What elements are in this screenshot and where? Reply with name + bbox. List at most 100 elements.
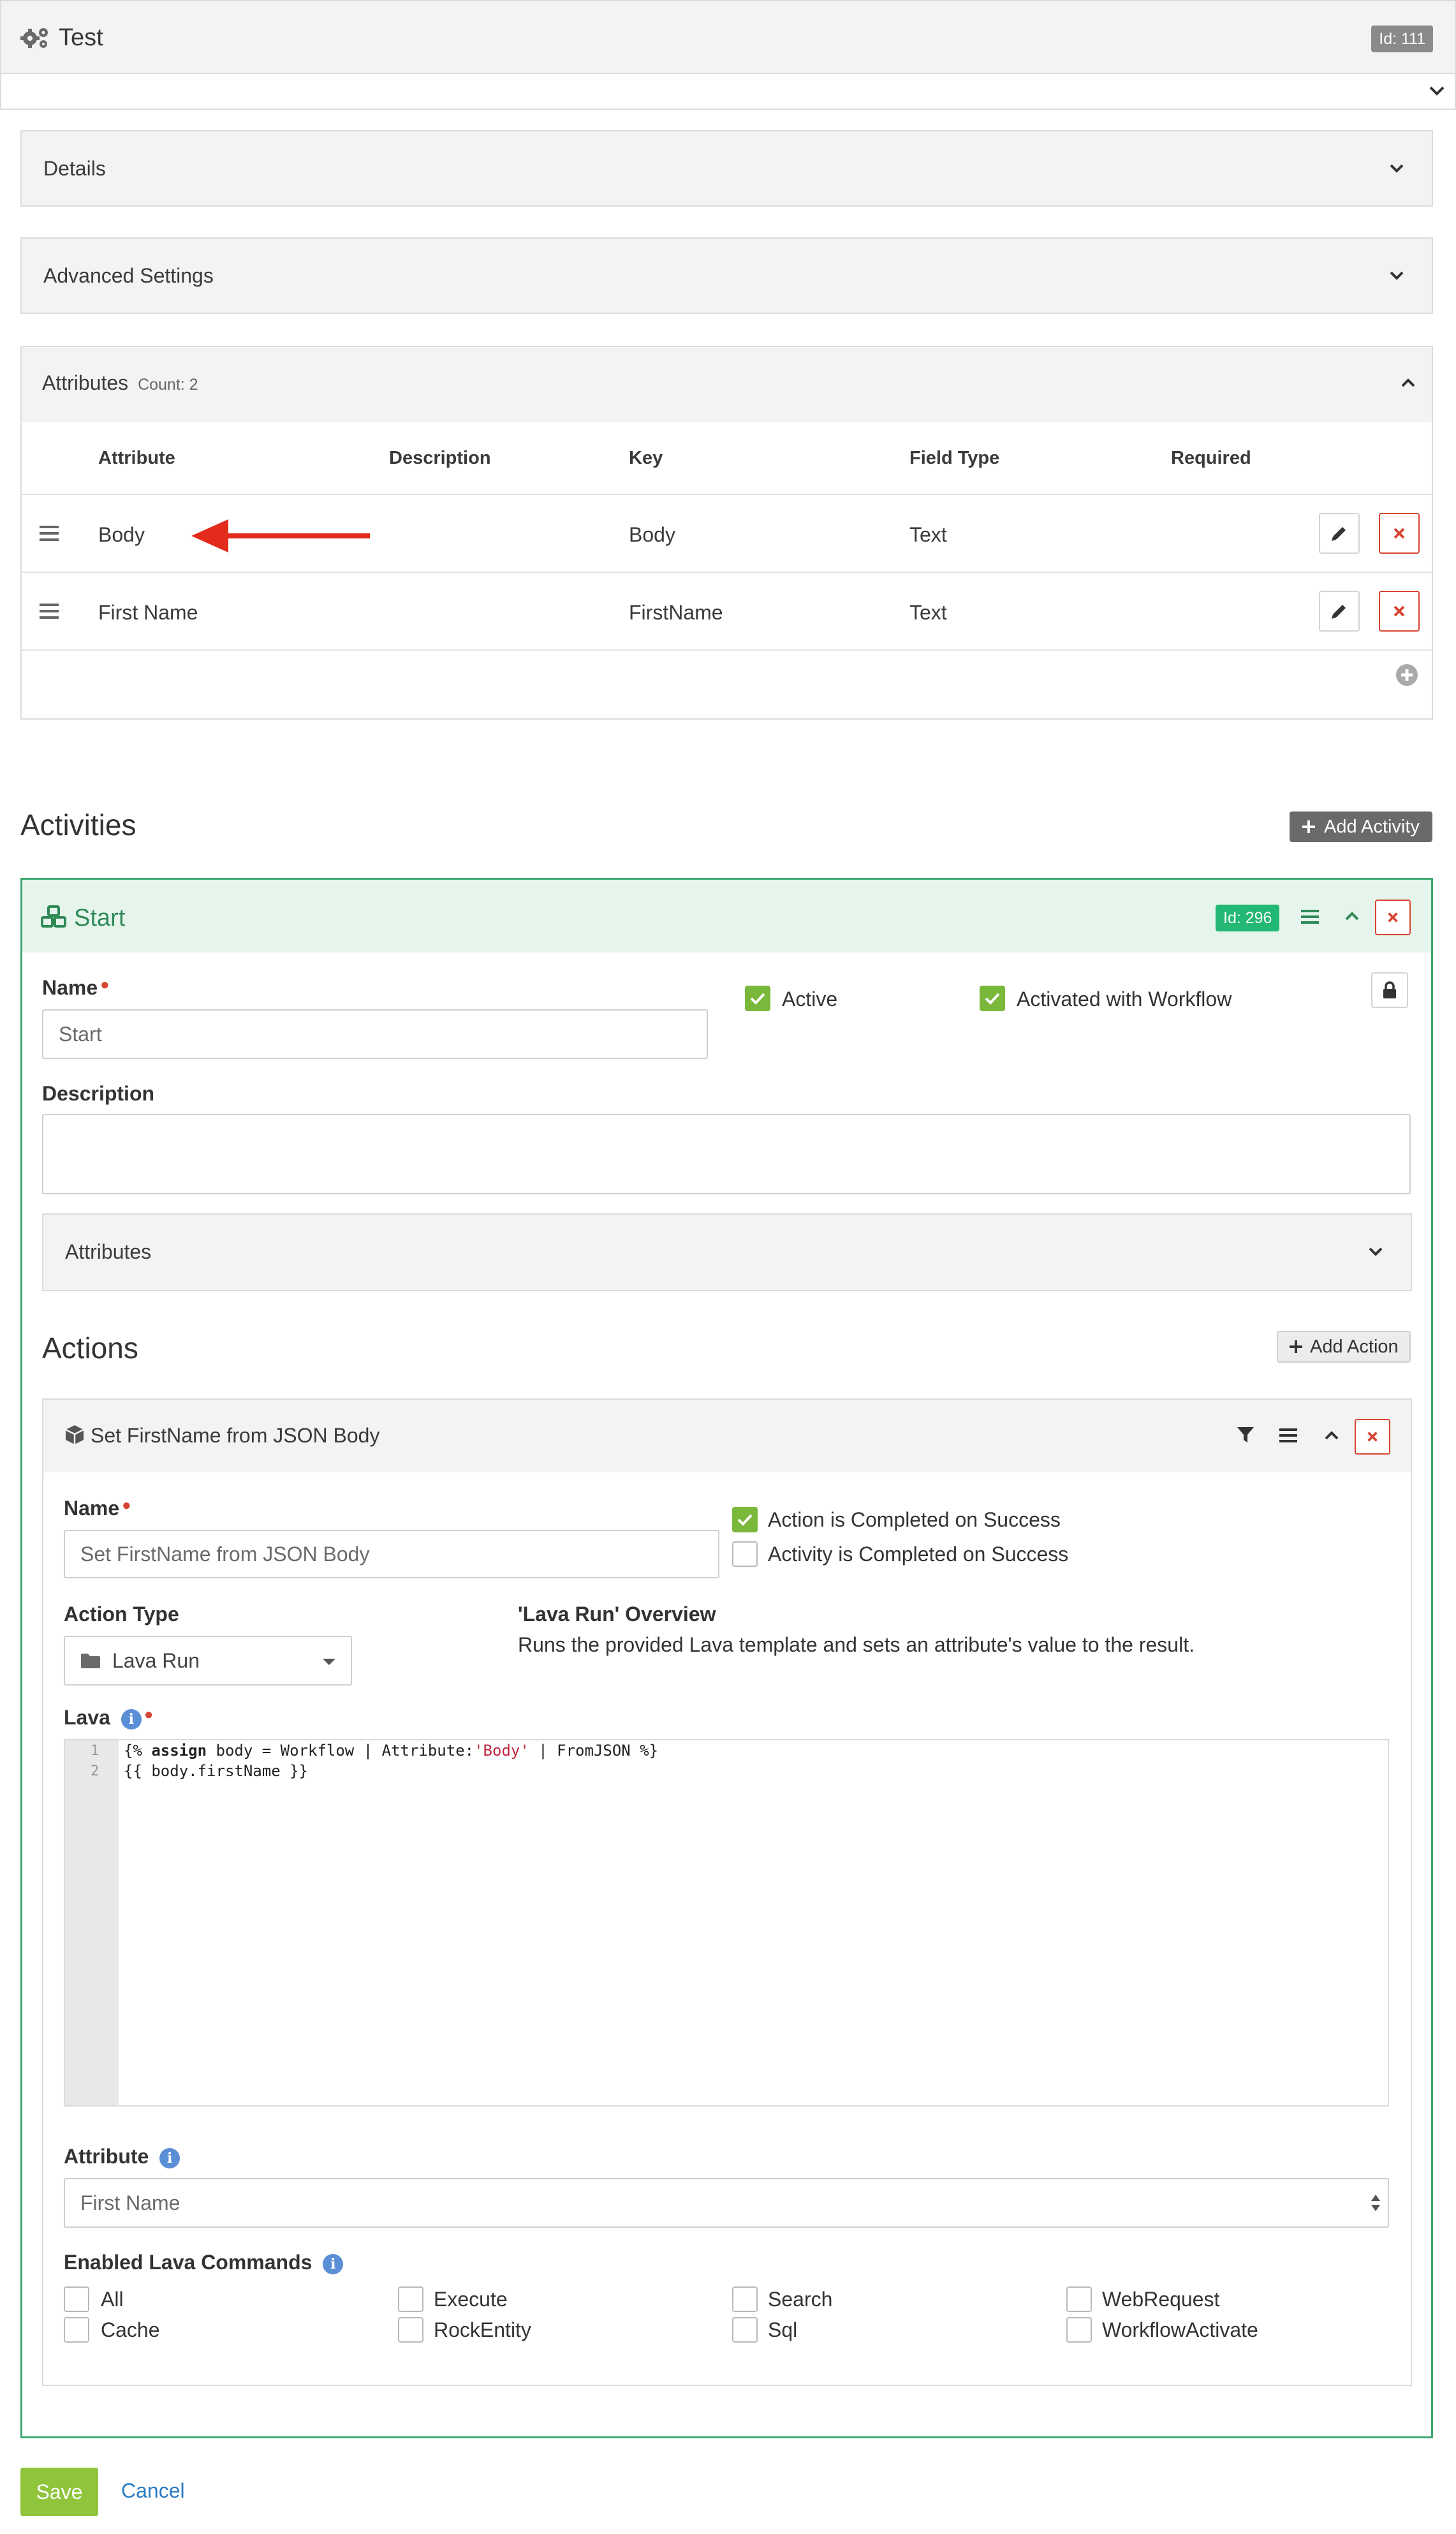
menu-icon[interactable]: [1279, 1427, 1297, 1444]
delete-action-button[interactable]: [1355, 1419, 1390, 1455]
divider: [22, 649, 1432, 651]
workflow-subheader: [0, 74, 1456, 110]
chevron-up-icon[interactable]: [1399, 375, 1418, 390]
line-number: 2: [91, 1763, 99, 1779]
attribute-label: Attribute i: [64, 2145, 180, 2168]
pencil-icon: [1332, 605, 1346, 619]
command-checkbox-workflowactivate[interactable]: [1066, 2317, 1092, 2343]
code-token: body = Workflow | Attribute:: [207, 1742, 474, 1760]
attribute-name-cell: First Name: [98, 601, 198, 624]
close-icon: [1367, 1432, 1378, 1442]
attribute-name-cell: Body: [98, 523, 145, 546]
add-action-label: Add Action: [1310, 1336, 1399, 1357]
lock-button[interactable]: [1371, 972, 1408, 1008]
workflow-id-badge: Id: 111: [1371, 26, 1433, 52]
attribute-select[interactable]: First Name: [64, 2178, 1389, 2228]
attribute-select-value: First Name: [80, 2191, 180, 2214]
info-icon[interactable]: i: [323, 2253, 344, 2274]
edit-attribute-button[interactable]: [1319, 513, 1360, 554]
lava-label: Lava i ●: [64, 1706, 153, 1730]
caret-down-icon: [323, 1659, 335, 1665]
sort-arrows-icon: [1371, 2195, 1380, 2211]
action-name-input[interactable]: Set FirstName from JSON Body: [64, 1530, 719, 1578]
action-type-picker[interactable]: Lava Run: [64, 1636, 352, 1686]
activity-title: Start: [74, 905, 126, 931]
command-label: WorkflowActivate: [1102, 2318, 1258, 2341]
delete-attribute-button[interactable]: [1379, 513, 1420, 554]
code-line-1: {% assign body = Workflow | Attribute:'B…: [124, 1742, 658, 1760]
add-activity-button[interactable]: Add Activity: [1290, 811, 1432, 842]
filter-icon[interactable]: [1236, 1425, 1255, 1444]
chevron-down-icon[interactable]: [1366, 1244, 1385, 1259]
details-panel[interactable]: Details: [20, 130, 1433, 207]
edit-attribute-button[interactable]: [1319, 591, 1360, 632]
drag-handle-icon[interactable]: [40, 602, 59, 620]
chevron-up-icon[interactable]: [1323, 1428, 1341, 1443]
info-icon[interactable]: i: [121, 1708, 142, 1730]
column-header-attribute: Attribute: [98, 448, 175, 468]
chevron-down-icon[interactable]: [1387, 268, 1406, 283]
command-checkbox-search[interactable]: [732, 2286, 758, 2312]
drag-handle-icon[interactable]: [40, 524, 59, 542]
attributes-title: Attributes Count: 2: [42, 371, 198, 395]
required-indicator: ●: [122, 1497, 131, 1514]
activity-id-badge: Id: 296: [1216, 905, 1280, 931]
activity-attributes-panel[interactable]: Attributes: [42, 1213, 1412, 1291]
divider: [22, 494, 1432, 495]
save-button[interactable]: Save: [20, 2468, 98, 2516]
command-checkbox-cache[interactable]: [64, 2317, 89, 2343]
add-action-button[interactable]: Add Action: [1277, 1331, 1411, 1363]
cancel-link[interactable]: Cancel: [121, 2479, 185, 2503]
activated-with-workflow-label: Activated with Workflow: [1017, 988, 1232, 1011]
action-name-label: Name ●: [64, 1497, 131, 1520]
add-activity-label: Add Activity: [1324, 816, 1420, 837]
chevron-down-icon[interactable]: [1387, 161, 1406, 176]
lock-icon: [1383, 981, 1396, 998]
command-checkbox-sql[interactable]: [732, 2317, 758, 2343]
activity-description-label: Description: [42, 1082, 155, 1105]
command-checkbox-rockentity[interactable]: [398, 2317, 423, 2343]
activity-name-input[interactable]: Start: [42, 1009, 708, 1059]
actions-title: Actions: [42, 1331, 138, 1365]
folder-icon: [81, 1654, 100, 1668]
name-label-text: Name: [42, 976, 98, 999]
delete-attribute-button[interactable]: [1379, 591, 1420, 632]
chevron-down-icon[interactable]: [1427, 82, 1447, 100]
info-icon[interactable]: i: [159, 2147, 180, 2168]
activity-attributes-label: Attributes: [65, 1240, 152, 1263]
menu-icon[interactable]: [1301, 908, 1319, 925]
add-attribute-icon[interactable]: [1395, 663, 1418, 686]
activity-description-input[interactable]: [42, 1114, 1411, 1194]
line-number-gutter: [65, 1740, 119, 2105]
active-checkbox[interactable]: [745, 986, 770, 1011]
activity-name-label: Name ●: [42, 976, 110, 1000]
column-header-key: Key: [629, 448, 663, 468]
required-indicator: ●: [143, 1706, 154, 1723]
command-checkbox-webrequest[interactable]: [1066, 2286, 1092, 2312]
attribute-field-type-cell: Text: [909, 523, 947, 546]
activity-completed-checkbox[interactable]: [732, 1541, 758, 1567]
attributes-panel-header[interactable]: [22, 347, 1432, 422]
action-completed-label: Action is Completed on Success: [768, 1508, 1061, 1531]
action-completed-checkbox[interactable]: [732, 1507, 758, 1532]
commands-label-text: Enabled Lava Commands: [64, 2251, 313, 2274]
code-keyword: assign: [151, 1742, 207, 1760]
close-icon: [1393, 605, 1405, 617]
code-string: 'Body': [474, 1742, 529, 1760]
required-indicator: ●: [100, 976, 110, 993]
advanced-settings-panel[interactable]: Advanced Settings: [20, 237, 1433, 314]
name-label-text: Name: [64, 1497, 120, 1520]
check-icon: [985, 993, 1000, 1005]
advanced-settings-label: Advanced Settings: [43, 264, 214, 287]
chevron-up-icon[interactable]: [1343, 908, 1361, 924]
action-type-value: Lava Run: [112, 1649, 200, 1672]
attribute-key-cell: Body: [629, 523, 675, 546]
activated-with-workflow-checkbox[interactable]: [980, 986, 1005, 1011]
attribute-key-cell: FirstName: [629, 601, 723, 624]
lava-code-editor[interactable]: 1 2 {% assign body = Workflow | Attribut…: [64, 1739, 1389, 2107]
command-checkbox-execute[interactable]: [398, 2286, 423, 2312]
delete-activity-button[interactable]: [1375, 900, 1411, 935]
command-label: WebRequest: [1102, 2288, 1220, 2311]
attribute-field-type-cell: Text: [909, 601, 947, 624]
command-checkbox-all[interactable]: [64, 2286, 89, 2312]
